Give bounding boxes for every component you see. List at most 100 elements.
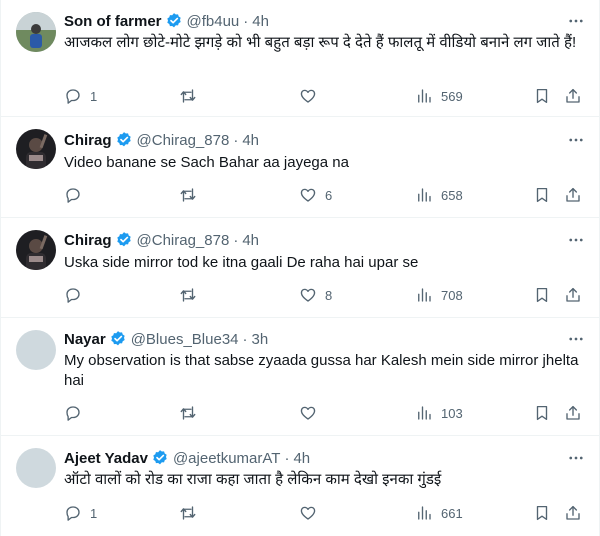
timestamp[interactable]: 4h [293, 450, 310, 467]
bookmark-button[interactable] [533, 86, 551, 106]
tweet[interactable]: Ajeet Yadav @ajeetkumarAT · 4h ऑटो वालों… [1, 436, 600, 536]
avatar[interactable] [16, 12, 56, 52]
separator-dot: · [243, 12, 249, 30]
reply-icon [66, 506, 80, 521]
more-dots-icon[interactable] [566, 230, 586, 250]
heart-icon [300, 506, 316, 520]
bookmark-icon [536, 287, 548, 303]
retweet-icon [180, 506, 196, 520]
timestamp[interactable]: 4h [252, 13, 269, 30]
tweet[interactable]: Son of farmer @fb4uu · 4h आजकल लोग छोटे-… [1, 0, 600, 117]
more-dots-icon[interactable] [566, 130, 586, 150]
verified-badge-icon [165, 12, 183, 30]
share-button[interactable] [564, 403, 582, 423]
heart-icon [300, 406, 316, 420]
share-button[interactable] [564, 185, 582, 205]
verified-badge-icon [151, 449, 169, 467]
share-icon [566, 287, 580, 302]
bookmark-icon [536, 505, 548, 521]
like-button[interactable] [299, 86, 325, 106]
retweet-button[interactable] [179, 185, 205, 205]
share-button[interactable] [564, 86, 582, 106]
views-button[interactable]: 103 [415, 403, 463, 423]
display-name[interactable]: Son of farmer [64, 13, 162, 30]
views-button[interactable]: 708 [415, 285, 463, 305]
reply-button[interactable]: 1 [64, 86, 97, 106]
reply-button[interactable] [64, 403, 90, 423]
display-name[interactable]: Chirag [64, 232, 112, 249]
tweet-text: Uska side mirror tod ke itna gaali De ra… [64, 254, 419, 271]
display-name[interactable]: Ajeet Yadav [64, 450, 148, 467]
reply-button[interactable] [64, 185, 90, 205]
reply-count: 1 [90, 505, 98, 521]
separator-dot: · [233, 231, 239, 249]
bookmark-icon [536, 187, 548, 203]
user-handle[interactable]: @Chirag_878 [137, 132, 230, 149]
views-button[interactable]: 569 [415, 86, 463, 106]
user-handle[interactable]: @Chirag_878 [137, 232, 230, 249]
reply-icon [66, 188, 80, 203]
retweet-button[interactable] [179, 403, 205, 423]
like-button[interactable] [299, 403, 325, 423]
tweet[interactable]: Chirag @Chirag_878 · 4h Video banane se … [1, 117, 600, 218]
view-count: 661 [441, 505, 463, 521]
more-dots-icon[interactable] [566, 329, 586, 349]
bookmark-button[interactable] [533, 403, 551, 423]
bookmark-button[interactable] [533, 503, 551, 523]
tweet[interactable]: Chirag @Chirag_878 · 4h Uska side mirror… [1, 218, 600, 318]
retweet-button[interactable] [179, 285, 205, 305]
views-button[interactable]: 658 [415, 185, 463, 205]
user-handle[interactable]: @Blues_Blue34 [131, 331, 239, 348]
separator-dot: · [284, 449, 290, 467]
display-name[interactable]: Chirag [64, 132, 112, 149]
more-dots-icon[interactable] [566, 448, 586, 468]
avatar[interactable] [16, 330, 56, 370]
bookmark-button[interactable] [533, 185, 551, 205]
reply-button[interactable]: 1 [64, 503, 97, 523]
share-button[interactable] [564, 503, 582, 523]
like-button[interactable]: 8 [299, 285, 332, 305]
share-icon [566, 88, 580, 103]
views-icon [418, 288, 431, 302]
timestamp[interactable]: 4h [242, 232, 259, 249]
timestamp[interactable]: 3h [252, 331, 269, 348]
like-button[interactable]: 6 [299, 185, 332, 205]
separator-dot: · [242, 330, 248, 348]
tweet-text: ऑटो वालों को रोड का राजा कहा जाता है लेक… [64, 471, 442, 488]
views-button[interactable]: 661 [415, 503, 463, 523]
retweet-button[interactable] [179, 503, 205, 523]
verified-badge-icon [109, 330, 127, 348]
tweet-header: Ajeet Yadav @ajeetkumarAT · 4h [64, 448, 310, 468]
avatar[interactable] [16, 230, 56, 270]
action-bar: 1 569 [1, 86, 600, 106]
more-dots-icon[interactable] [566, 11, 586, 31]
like-button[interactable] [299, 503, 325, 523]
share-button[interactable] [564, 285, 582, 305]
user-handle[interactable]: @fb4uu [187, 13, 240, 30]
tweet-header: Nayar @Blues_Blue34 · 3h [64, 329, 268, 349]
tweet[interactable]: Nayar @Blues_Blue34 · 3h My observation … [1, 318, 600, 436]
reply-feed: Son of farmer @fb4uu · 4h आजकल लोग छोटे-… [0, 0, 600, 536]
views-icon [418, 406, 431, 420]
reply-button[interactable] [64, 285, 90, 305]
verified-badge-icon [115, 131, 133, 149]
tweet-text: आजकल लोग छोटे-मोटे झगड़े को भी बहुत बड़ा… [64, 34, 577, 51]
share-icon [566, 505, 580, 520]
view-count: 708 [441, 287, 463, 303]
bookmark-button[interactable] [533, 285, 551, 305]
display-name[interactable]: Nayar [64, 331, 106, 348]
user-handle[interactable]: @ajeetkumarAT [173, 450, 280, 467]
view-count: 658 [441, 187, 463, 203]
timestamp[interactable]: 4h [242, 132, 259, 149]
view-count: 103 [441, 405, 463, 421]
reply-icon [66, 288, 80, 303]
heart-icon [300, 188, 316, 202]
reply-count: 1 [90, 88, 98, 104]
action-bar: 6 658 [1, 185, 600, 205]
avatar[interactable] [16, 448, 56, 488]
avatar[interactable] [16, 129, 56, 169]
retweet-button[interactable] [179, 86, 205, 106]
views-icon [418, 89, 431, 103]
like-count: 8 [325, 287, 333, 303]
like-count: 6 [325, 187, 333, 203]
